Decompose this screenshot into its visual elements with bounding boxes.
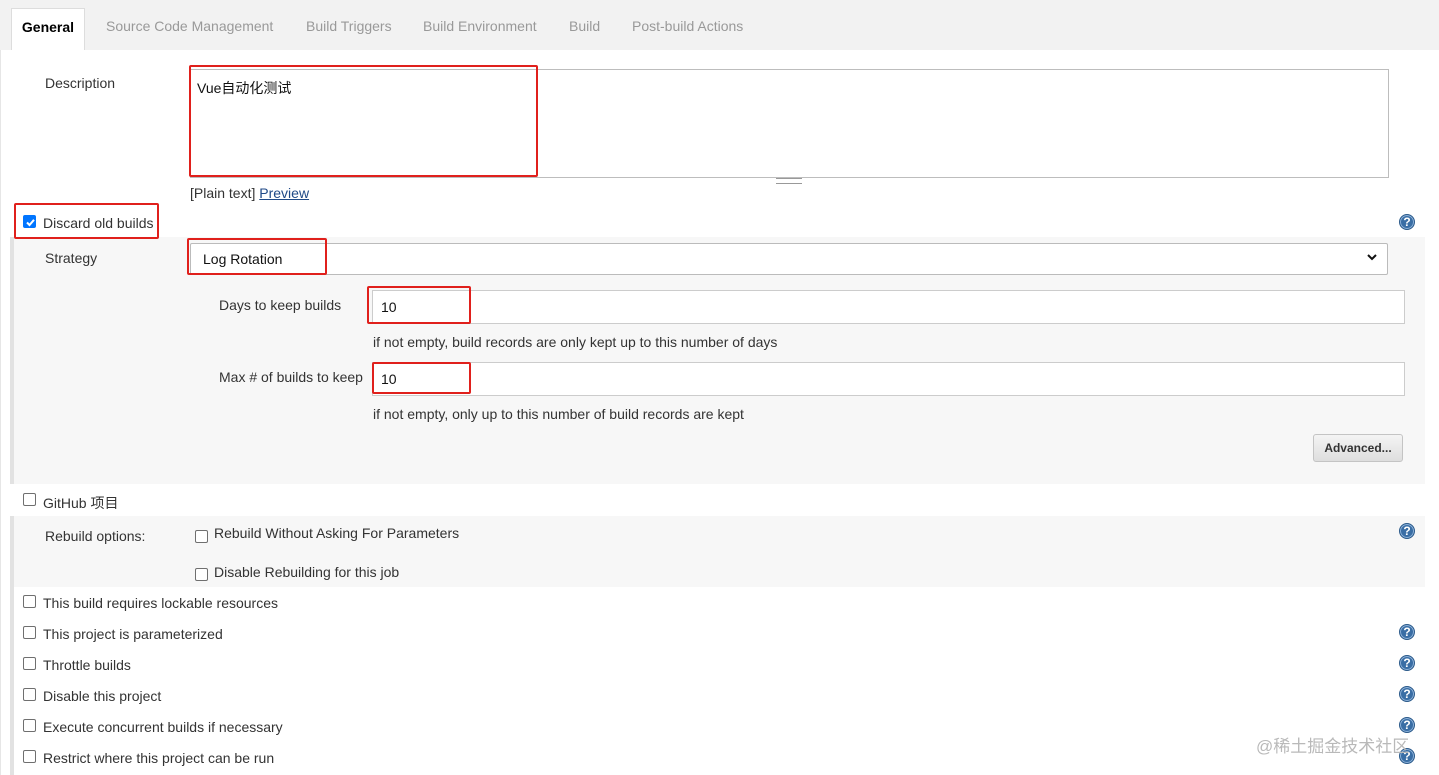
watermark-text: @稀土掘金技术社区	[1256, 737, 1410, 756]
help-icon[interactable]: ?	[1399, 655, 1415, 671]
lockable-resources-label: This build requires lockable resources	[43, 595, 278, 611]
tab-build[interactable]: Build	[569, 8, 600, 49]
description-textarea[interactable]: Vue自动化测试	[190, 69, 1389, 178]
disable-project-label: Disable this project	[43, 688, 162, 704]
max-builds-label: Max # of builds to keep	[219, 369, 363, 385]
rebuild-section-rule	[10, 516, 14, 587]
strategy-label: Strategy	[45, 250, 98, 266]
disable-project-checkbox[interactable]	[23, 688, 36, 701]
concurrent-builds-checkbox[interactable]	[23, 719, 36, 732]
github-project-label: GitHub 项目	[43, 495, 119, 511]
max-builds-input[interactable]	[372, 362, 1405, 396]
restrict-where-run-label: Restrict where this project can be run	[43, 750, 275, 766]
description-format: [Plain text] Preview	[190, 185, 309, 201]
help-icon[interactable]: ?	[1399, 717, 1415, 733]
disable-rebuilding-label: Disable Rebuilding for this job	[214, 564, 400, 580]
textarea-resize-handle[interactable]	[776, 178, 802, 184]
discard-section-rule	[10, 237, 14, 484]
strategy-select[interactable]: Log Rotation	[190, 243, 1388, 275]
days-help-text: if not empty, build records are only kep…	[373, 334, 778, 350]
max-builds-help-text: if not empty, only up to this number of …	[373, 406, 744, 422]
advanced-button[interactable]: Advanced...	[1313, 434, 1403, 462]
tab-build-environment[interactable]: Build Environment	[423, 8, 537, 49]
help-icon[interactable]: ?	[1399, 624, 1415, 640]
concurrent-builds-label: Execute concurrent builds if necessary	[43, 719, 283, 735]
throttle-builds-checkbox[interactable]	[23, 657, 36, 670]
tab-build-triggers[interactable]: Build Triggers	[306, 8, 392, 49]
options-section-rule	[10, 587, 14, 775]
discard-old-builds-label: Discard old builds	[43, 215, 154, 231]
days-to-keep-label: Days to keep builds	[219, 297, 342, 313]
throttle-builds-label: Throttle builds	[43, 657, 131, 673]
preview-link[interactable]: Preview	[259, 185, 309, 201]
tab-bar: General Source Code Management Build Tri…	[0, 0, 1439, 51]
strategy-value: Log Rotation	[203, 251, 283, 267]
rebuild-without-asking-checkbox[interactable]	[195, 530, 208, 543]
description-label: Description	[45, 75, 116, 91]
parameterized-checkbox[interactable]	[23, 626, 36, 639]
discard-old-builds-checkbox[interactable]	[23, 215, 36, 228]
github-project-checkbox[interactable]	[23, 493, 36, 506]
rebuild-options-label: Rebuild options:	[45, 528, 146, 544]
lockable-resources-checkbox[interactable]	[23, 595, 36, 608]
chevron-down-icon	[1367, 254, 1377, 261]
help-icon[interactable]: ?	[1399, 214, 1415, 230]
days-to-keep-input[interactable]	[372, 290, 1405, 324]
tab-post-build-actions[interactable]: Post-build Actions	[632, 8, 743, 49]
parameterized-label: This project is parameterized	[43, 626, 223, 642]
help-icon[interactable]: ?	[1399, 686, 1415, 702]
rebuild-without-asking-label: Rebuild Without Asking For Parameters	[214, 525, 460, 541]
tab-general[interactable]: General	[11, 8, 85, 51]
disable-rebuilding-checkbox[interactable]	[195, 568, 208, 581]
help-icon[interactable]: ?	[1399, 523, 1415, 539]
restrict-where-run-checkbox[interactable]	[23, 750, 36, 763]
plain-text-label: [Plain text]	[190, 185, 256, 201]
tab-source-code-management[interactable]: Source Code Management	[106, 8, 273, 49]
